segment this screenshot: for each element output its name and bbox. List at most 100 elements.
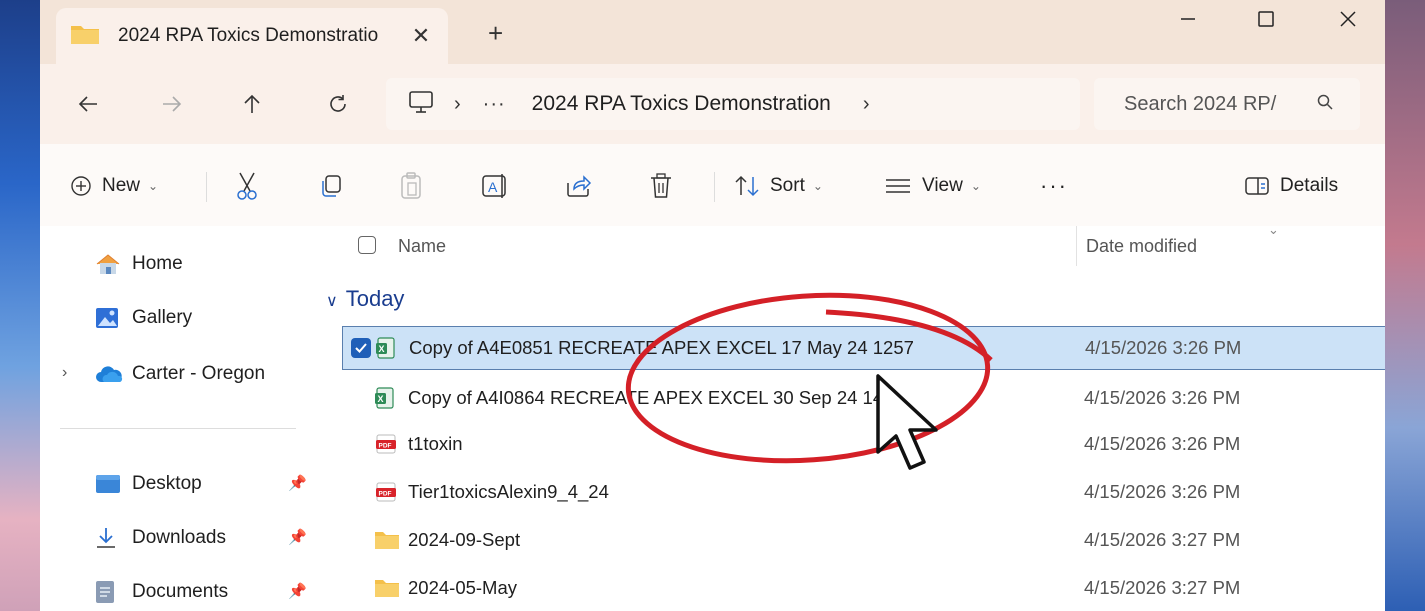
row-checkbox[interactable]	[351, 338, 371, 358]
details-pane-icon	[1245, 177, 1269, 195]
pin-icon[interactable]: 📌	[288, 474, 307, 492]
file-row[interactable]: 2024-09-Sept 4/15/2026 3:27 PM	[342, 518, 1385, 562]
pdf-file-icon: PDF	[374, 432, 398, 456]
file-row[interactable]: X Copy of A4I0864 RECREATE APEX EXCEL 30…	[342, 376, 1385, 420]
search-box[interactable]	[1094, 78, 1360, 130]
sidebar-item-label: Home	[132, 253, 183, 274]
trash-icon	[651, 173, 671, 198]
list-view-icon	[886, 179, 910, 193]
file-name: Tier1toxicsAlexin9_4_24	[408, 481, 609, 502]
minimize-button[interactable]	[1158, 2, 1218, 36]
sidebar-item-onedrive[interactable]: Carter - Oregon	[94, 356, 265, 392]
sidebar-item-home[interactable]: Home	[94, 246, 183, 282]
scissors-icon	[237, 172, 257, 200]
plus-circle-icon	[71, 176, 91, 196]
column-resize-handle[interactable]	[1076, 226, 1077, 266]
folder-icon	[374, 529, 400, 551]
close-tab-icon[interactable]: ✕	[408, 23, 434, 49]
paste-button[interactable]	[398, 166, 424, 206]
file-row[interactable]: 2024-05-May 4/15/2026 3:27 PM	[342, 566, 1385, 610]
more-icon: ···	[1040, 173, 1068, 198]
svg-text:PDF: PDF	[379, 491, 392, 498]
breadcrumb-overflow[interactable]: ···	[483, 93, 506, 116]
svg-text:PDF: PDF	[379, 443, 392, 450]
close-window-button[interactable]	[1318, 2, 1378, 36]
search-icon[interactable]	[1316, 93, 1334, 116]
sidebar-item-downloads[interactable]: Downloads	[94, 520, 226, 556]
copy-icon	[322, 175, 341, 197]
file-row[interactable]: PDF Tier1toxicsAlexin9_4_24 4/15/2026 3:…	[342, 470, 1385, 514]
file-row[interactable]: PDF t1toxin 4/15/2026 3:26 PM	[342, 422, 1385, 466]
new-button[interactable]: New ⌄	[70, 166, 158, 206]
sidebar-item-label: Desktop	[132, 473, 202, 494]
close-icon	[1340, 11, 1356, 27]
file-name: t1toxin	[408, 433, 463, 454]
more-options-button[interactable]: ···	[1040, 166, 1068, 206]
details-pane-button[interactable]: Details	[1244, 166, 1338, 206]
select-all-checkbox[interactable]	[358, 236, 376, 254]
svg-text:X: X	[379, 344, 385, 354]
title-bar: 2024 RPA Toxics Demonstratio ✕ +	[40, 0, 1385, 64]
rename-icon: A	[482, 174, 506, 198]
divider	[206, 172, 207, 202]
view-button[interactable]: View ⌄	[884, 166, 981, 206]
breadcrumb-current-folder[interactable]: 2024 RPA Toxics Demonstration	[532, 92, 831, 116]
search-input[interactable]	[1122, 91, 1316, 117]
desktop-wallpaper	[1380, 0, 1425, 611]
cut-button[interactable]	[234, 166, 260, 206]
refresh-icon	[330, 95, 346, 112]
file-date-modified: 4/15/2026 3:27 PM	[1084, 577, 1241, 598]
sidebar-item-desktop[interactable]: Desktop	[94, 466, 202, 502]
address-bar[interactable]: › ··· 2024 RPA Toxics Demonstration ›	[386, 78, 1080, 130]
new-tab-button[interactable]: +	[488, 18, 503, 49]
back-button[interactable]	[70, 86, 106, 122]
file-row[interactable]: X Copy of A4E0851 RECREATE APEX EXCEL 17…	[342, 326, 1385, 370]
column-header-date-modified[interactable]: Date modified	[1086, 236, 1197, 257]
refresh-button[interactable]	[320, 86, 356, 122]
chevron-down-icon: ⌄	[148, 179, 159, 193]
breadcrumb-separator[interactable]: ›	[454, 93, 461, 116]
share-button[interactable]	[564, 166, 592, 206]
folder-icon	[374, 577, 400, 599]
file-date-modified: 4/15/2026 3:27 PM	[1084, 529, 1241, 550]
onedrive-cloud-icon	[94, 363, 124, 385]
maximize-button[interactable]	[1236, 2, 1296, 36]
file-date-modified: 4/15/2026 3:26 PM	[1085, 337, 1242, 358]
sort-icon	[735, 175, 759, 197]
computer-icon	[408, 90, 434, 119]
new-label: New	[102, 175, 141, 196]
arrow-up-icon	[244, 94, 260, 113]
breadcrumb-separator[interactable]: ›	[863, 93, 870, 116]
address-row: › ··· 2024 RPA Toxics Demonstration ›	[40, 64, 1385, 144]
sidebar-item-gallery[interactable]: Gallery	[94, 300, 192, 336]
navigation-pane: Home Gallery Carter - Oregon › Desktop 📌	[40, 226, 316, 611]
chevron-right-icon[interactable]: ›	[62, 364, 67, 382]
delete-button[interactable]	[648, 166, 674, 206]
rename-button[interactable]: A	[480, 166, 510, 206]
pin-icon[interactable]: 📌	[288, 582, 307, 600]
up-button[interactable]	[234, 86, 270, 122]
sort-label: Sort	[770, 175, 805, 196]
view-label: View	[922, 175, 963, 196]
file-name: 2024-09-Sept	[408, 529, 521, 550]
maximize-icon	[1258, 11, 1274, 27]
tab-title: 2024 RPA Toxics Demonstratio	[118, 25, 379, 46]
forward-button[interactable]	[154, 86, 190, 122]
sort-button[interactable]: Sort ⌄	[734, 166, 823, 206]
column-header-name[interactable]: Name	[398, 236, 446, 257]
group-header-today[interactable]: ∨ Today	[326, 286, 404, 312]
divider	[60, 428, 296, 429]
explorer-tab[interactable]: 2024 RPA Toxics Demonstratio ✕	[56, 8, 448, 64]
download-icon	[94, 526, 124, 550]
file-name: Copy of A4I0864 RECREATE APEX EXCEL 30 S…	[408, 387, 884, 408]
sidebar-item-label: Gallery	[132, 307, 193, 328]
copy-button[interactable]	[318, 166, 344, 206]
file-date-modified: 4/15/2026 3:26 PM	[1084, 481, 1241, 502]
pin-icon[interactable]: 📌	[288, 528, 307, 546]
svg-text:A: A	[488, 179, 498, 195]
folder-icon	[70, 22, 100, 51]
sidebar-item-documents[interactable]: Documents	[94, 574, 228, 610]
desktop-icon	[94, 473, 124, 495]
svg-text:X: X	[378, 394, 384, 404]
documents-icon	[94, 579, 124, 605]
